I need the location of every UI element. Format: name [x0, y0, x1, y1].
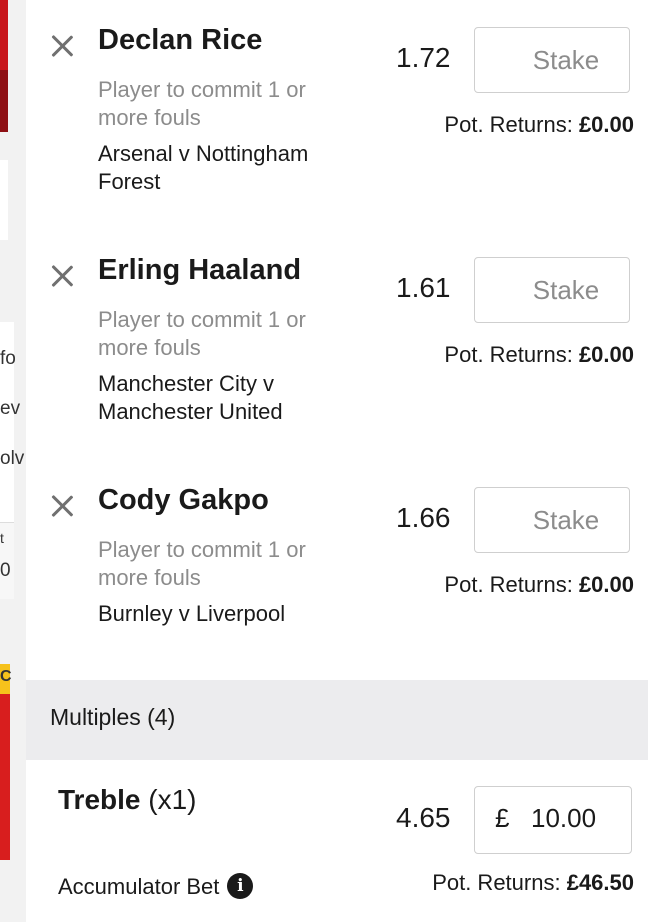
- treble-stake-value[interactable]: 10.00: [531, 803, 596, 834]
- potential-returns-label: Pot. Returns:: [444, 572, 573, 597]
- selection-card: Declan Rice Player to commit 1 or more f…: [26, 0, 648, 231]
- treble-count: (x1): [148, 784, 197, 815]
- selection-card: Cody Gakpo Player to commit 1 or more fo…: [26, 460, 648, 690]
- potential-returns: Pot. Returns: £46.50: [432, 870, 634, 896]
- stake-input[interactable]: [474, 257, 630, 323]
- selection-event: Manchester City v Manchester United: [98, 371, 283, 424]
- treble-odds: 4.65: [396, 802, 451, 833]
- selection-card: Erling Haaland Player to commit 1 or mor…: [26, 230, 648, 461]
- selection-player: Cody Gakpo: [98, 484, 269, 516]
- selection-market: Player to commit 1 or more fouls: [98, 537, 306, 590]
- multiples-section-header[interactable]: Multiples (4): [26, 680, 648, 760]
- potential-returns-label: Pot. Returns:: [444, 342, 573, 367]
- treble-title: Treble (x1): [58, 784, 197, 816]
- selection-odds: 1.61: [396, 272, 451, 303]
- treble-bet-row: Treble (x1) 4.65 £ 10.00 Accumulator Bet…: [26, 760, 648, 922]
- selection-event: Burnley v Liverpool: [98, 601, 286, 626]
- selection-market: Player to commit 1 or more fouls: [98, 77, 306, 130]
- background-white-block: [0, 160, 8, 240]
- potential-returns: Pot. Returns: £0.00: [444, 572, 634, 598]
- potential-returns-value: £0.00: [578, 112, 634, 137]
- background-text-fragment: fo: [0, 348, 16, 369]
- potential-returns-label: Pot. Returns:: [444, 112, 573, 137]
- selection-player: Declan Rice: [98, 24, 263, 56]
- background-text-fragment: t: [0, 530, 4, 546]
- potential-returns-value: £0.00: [578, 342, 634, 367]
- selection-odds: 1.66: [396, 502, 451, 533]
- potential-returns: Pot. Returns: £0.00: [444, 342, 634, 368]
- remove-selection-close-icon[interactable]: [48, 492, 76, 520]
- background-text-fragment: olv: [0, 448, 25, 469]
- selection-odds: 1.72: [396, 42, 451, 73]
- remove-selection-close-icon[interactable]: [48, 262, 76, 290]
- treble-name: Treble: [58, 784, 141, 815]
- background-page-edge: fo ev olv t 0 C: [0, 0, 26, 922]
- potential-returns-value: £46.50: [566, 870, 634, 895]
- potential-returns-label: Pot. Returns:: [432, 870, 561, 895]
- betslip-panel: Declan Rice Player to commit 1 or more f…: [26, 0, 648, 922]
- background-yellow-block: C: [0, 664, 12, 694]
- background-red-promo: [0, 694, 10, 860]
- stake-input[interactable]: [474, 27, 630, 93]
- background-dark-red-block: [0, 70, 8, 132]
- selection-market: Player to commit 1 or more fouls: [98, 307, 306, 360]
- selection-player: Erling Haaland: [98, 254, 302, 286]
- bet-type-label: Accumulator Bet i: [58, 873, 254, 901]
- currency-symbol: £: [495, 803, 510, 833]
- background-text-fragment: ev: [0, 398, 21, 419]
- info-icon[interactable]: i: [227, 873, 254, 900]
- multiples-header-label: Multiples (4): [50, 704, 176, 730]
- background-text-fragment: C: [0, 668, 12, 685]
- potential-returns-value: £0.00: [578, 572, 634, 597]
- background-text-fragment: 0: [0, 560, 11, 581]
- remove-selection-close-icon[interactable]: [48, 32, 76, 60]
- potential-returns: Pot. Returns: £0.00: [444, 112, 634, 138]
- stake-input[interactable]: [474, 487, 630, 553]
- treble-stake-input[interactable]: £ 10.00: [474, 786, 632, 854]
- bet-type-text: Accumulator Bet: [58, 874, 220, 899]
- selection-event: Arsenal v Nottingham Forest: [98, 141, 309, 194]
